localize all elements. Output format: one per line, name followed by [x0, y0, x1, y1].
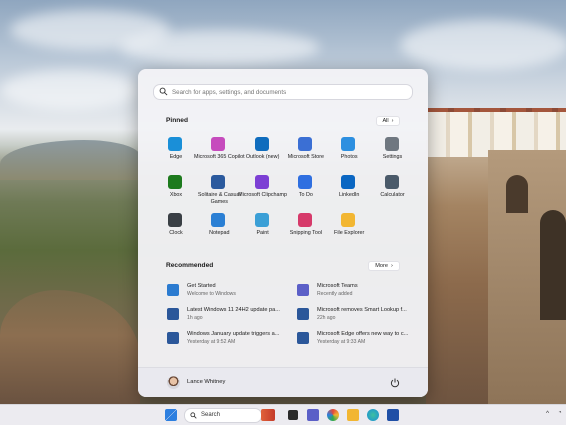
pinned-app[interactable]: Clock — [154, 213, 198, 243]
word-doc-icon — [167, 332, 179, 344]
taskbar-search-label: Search — [201, 412, 221, 418]
recommended-item-title: Latest Windows 11 24H2 update pa... — [187, 307, 280, 313]
search-icon — [190, 412, 197, 419]
power-icon[interactable] — [389, 377, 401, 389]
copilot-taskbar-icon[interactable] — [327, 409, 339, 421]
recommended-item[interactable]: Microsoft Teams Recently added — [297, 282, 427, 302]
pinned-app[interactable]: Notepad — [197, 213, 241, 243]
chevron-right-icon: › — [391, 118, 394, 124]
distant-hills — [0, 140, 140, 180]
recommended-item-subtitle: Yesterday at 9:33 AM — [317, 339, 366, 345]
recommended-item-subtitle: Recently added — [317, 291, 353, 297]
todo-icon — [297, 175, 312, 189]
chevron-right-icon: › — [390, 263, 393, 269]
cloud — [120, 30, 320, 65]
recommended-item-subtitle: Yesterday at 9:52 AM — [187, 339, 236, 345]
avatar[interactable] — [167, 376, 180, 389]
pinned-title: Pinned — [166, 117, 188, 124]
edge-taskbar-icon[interactable] — [367, 409, 379, 421]
search-highlight-icon — [261, 409, 275, 421]
pinned-app[interactable]: LinkedIn — [327, 175, 371, 205]
pinned-app[interactable]: Xbox — [154, 175, 198, 205]
recommended-item-title: Microsoft removes Smart Lookup f... — [317, 307, 407, 313]
recommended-item-subtitle: 1h ago — [187, 315, 203, 321]
photos-icon — [341, 137, 356, 151]
pinned-app[interactable]: Settings — [371, 137, 415, 167]
task-view-icon[interactable] — [288, 410, 298, 420]
start-menu: Pinned All › EdgeMicrosoft 365 CopilotOu… — [138, 69, 428, 397]
pinned-app[interactable]: Microsoft 365 Copilot — [194, 137, 245, 167]
more-button[interactable]: More › — [368, 261, 400, 271]
recommended-item[interactable]: Microsoft removes Smart Lookup f... 22h a… — [297, 306, 427, 326]
recommended-item-subtitle: Welcome to Windows — [187, 291, 236, 297]
bridge-arch — [540, 210, 566, 320]
pinned-app[interactable]: Snipping Tool — [284, 213, 328, 243]
wifi-icon[interactable]: ◔ — [558, 410, 562, 416]
pinned-app[interactable]: Microsoft Clipchamp — [238, 175, 287, 205]
edge-icon — [168, 137, 182, 151]
pinned-app[interactable]: Solitaire & Casual Games — [197, 175, 241, 205]
cloud — [400, 20, 566, 70]
pinned-app[interactable]: Edge — [154, 137, 198, 167]
pinned-app[interactable]: Outlook (new) — [241, 137, 285, 167]
more-label: More — [375, 263, 388, 269]
file-explorer-icon — [341, 213, 356, 227]
pinned-app[interactable]: Microsoft Store — [284, 137, 328, 167]
windows-start-icon[interactable] — [165, 409, 177, 421]
start-search-box[interactable] — [153, 84, 413, 100]
user-name[interactable]: Lance Whitney — [187, 379, 225, 385]
pinned-app[interactable]: To Do — [284, 175, 328, 205]
recommended-item[interactable]: Latest Windows 11 24H2 update pa... 1h ag… — [167, 306, 297, 326]
recommended-item-title: Microsoft Teams — [317, 283, 358, 289]
chevron-up-icon[interactable]: ^ — [546, 410, 549, 417]
solitaire-icon — [211, 175, 226, 189]
recommended-item-title: Microsoft Edge offers new way to c... — [317, 331, 409, 337]
word-doc-icon — [297, 308, 309, 320]
all-apps-label: All — [382, 118, 389, 124]
recommended-item-title: Windows January update triggers a... — [187, 331, 280, 337]
teams-taskbar-icon[interactable] — [307, 409, 319, 421]
file-explorer-taskbar-icon[interactable] — [347, 409, 359, 421]
pinned-app-label: Settings — [382, 154, 403, 160]
pinned-app[interactable]: Paint — [241, 213, 285, 243]
recommended-item[interactable]: Windows January update triggers a... Yest… — [167, 330, 297, 350]
recommended-item[interactable]: Get Started Welcome to Windows — [167, 282, 297, 302]
search-icon — [159, 87, 168, 96]
settings-icon — [384, 137, 399, 151]
pinned-app-label: Calculator — [380, 192, 405, 198]
snipping-tool-icon — [297, 213, 312, 227]
start-footer: Lance Whitney — [138, 367, 428, 397]
clock-icon — [168, 213, 182, 227]
pinned-app[interactable]: File Explorer — [327, 213, 371, 243]
get-started-icon — [167, 284, 179, 296]
m365-copilot-icon — [211, 137, 226, 151]
store-taskbar-icon[interactable] — [387, 409, 399, 421]
calculator-icon — [384, 175, 399, 189]
linkedin-icon — [341, 175, 356, 189]
pinned-app-label: File Explorer — [334, 230, 365, 236]
store-icon — [297, 137, 312, 151]
recommended-title: Recommended — [166, 262, 214, 269]
recommended-item-title: Get Started — [187, 283, 216, 289]
all-apps-button[interactable]: All › — [376, 116, 400, 126]
bridge-arch — [506, 175, 528, 213]
recommended-item[interactable]: Microsoft Edge offers new way to c... Yes… — [297, 330, 427, 350]
teams-icon — [297, 284, 309, 296]
pinned-app[interactable]: Calculator — [371, 175, 415, 205]
xbox-icon — [168, 175, 182, 189]
taskbar: Search ^ ◔ — [0, 404, 566, 425]
paint-icon — [254, 213, 269, 227]
left-cliff — [0, 290, 140, 404]
word-doc-icon — [167, 308, 179, 320]
taskbar-search[interactable]: Search — [184, 408, 275, 423]
clipchamp-icon — [254, 175, 269, 189]
recommended-item-subtitle: 22h ago — [317, 315, 336, 321]
cloud — [0, 70, 140, 110]
notepad-icon — [211, 213, 226, 227]
search-input[interactable] — [172, 85, 402, 99]
pinned-app[interactable]: Photos — [327, 137, 371, 167]
outlook-icon — [254, 137, 269, 151]
word-doc-icon — [297, 332, 309, 344]
